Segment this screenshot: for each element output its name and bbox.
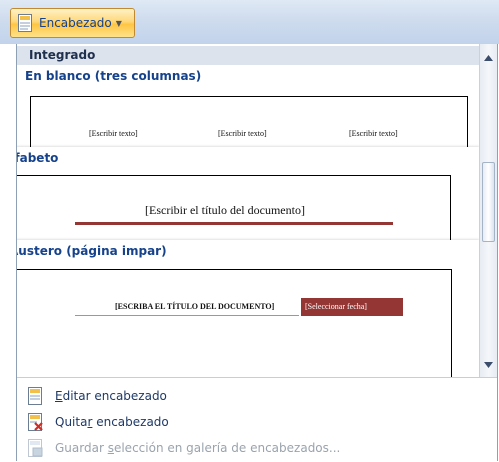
dropdown-caret-icon: ▼ (115, 18, 122, 28)
template-austero-odd-page[interactable]: Austero (página impar) [ESCRIBA EL TÍTUL… (17, 240, 479, 377)
date-box: [Seleccionar fecha] (301, 298, 403, 316)
edit-header-icon (28, 387, 42, 405)
gallery-scrollbar[interactable] (479, 44, 497, 377)
scroll-down-arrow-icon[interactable] (480, 357, 497, 373)
placeholder-text-center: [Escribir texto] (218, 129, 267, 138)
placeholder-date: [Seleccionar fecha] (305, 302, 367, 311)
placeholder-text-left: [Escribir texto] (89, 129, 138, 138)
header-menu-commands: Editar encabezado Quitar encabezado Guar… (17, 377, 497, 462)
header-dropdown-label: Encabezado (39, 16, 112, 30)
template-preview: [ESCRIBA EL TÍTULO DEL DOCUMENTO] [Selec… (17, 269, 452, 377)
template-title: En blanco (tres columnas) (25, 69, 202, 83)
title-underline (75, 315, 299, 316)
scroll-up-arrow-icon[interactable] (480, 50, 497, 66)
gallery-scroll-area: Integrado En blanco (tres columnas) [Esc… (17, 44, 479, 377)
template-alfabeto[interactable]: Alfabeto [Escribir el título del documen… (17, 147, 479, 241)
template-preview: [Escribir el título del documento] (17, 175, 451, 240)
placeholder-title: [Escribir el título del documento] (145, 203, 305, 217)
scroll-thumb[interactable] (482, 162, 495, 242)
placeholder-title: [ESCRIBA EL TÍTULO DEL DOCUMENTO] (115, 302, 275, 311)
header-dropdown-button[interactable]: Encabezado ▼ (10, 8, 135, 38)
save-to-gallery-icon (28, 439, 43, 457)
accent-rule (75, 222, 393, 225)
edit-header-menu-item[interactable]: Editar encabezado (17, 384, 497, 408)
save-selection-to-gallery-menu-item[interactable]: Guardar selección en galería de encabeza… (17, 436, 497, 460)
header-doc-icon (18, 14, 32, 32)
remove-header-label: Quitar encabezado (55, 415, 169, 429)
template-title: Austero (página impar) (17, 244, 167, 258)
template-title: Alfabeto (17, 151, 59, 165)
edit-header-label: Editar encabezado (55, 389, 167, 403)
remove-header-icon (28, 413, 43, 431)
remove-header-menu-item[interactable]: Quitar encabezado (17, 410, 497, 434)
gallery-section-header: Integrado (17, 46, 479, 65)
placeholder-text-right: [Escribir texto] (349, 129, 398, 138)
header-gallery-panel: Integrado En blanco (tres columnas) [Esc… (16, 44, 498, 462)
save-selection-label: Guardar selección en galería de encabeza… (55, 441, 341, 455)
